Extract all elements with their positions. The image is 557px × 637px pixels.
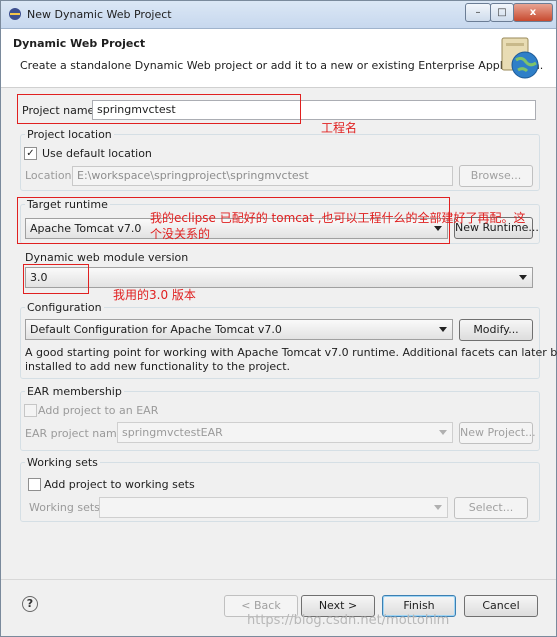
help-icon[interactable]: ? (22, 596, 38, 612)
select-working-sets-button[interactable]: Select... (454, 497, 528, 519)
ear-project-name-select[interactable]: springmvctestEAR (117, 422, 453, 443)
footer-separator (1, 579, 556, 580)
add-to-ear-checkbox[interactable] (24, 404, 37, 417)
use-default-location-checkbox[interactable]: ✓ (24, 147, 37, 160)
chevron-down-icon (439, 327, 447, 332)
ear-project-name-value: springmvctestEAR (122, 426, 223, 439)
wizard-description: Create a standalone Dynamic Web project … (20, 59, 544, 72)
working-sets-select[interactable] (99, 497, 448, 518)
module-version-label: Dynamic web module version (25, 251, 189, 264)
add-to-working-sets-label: Add project to working sets (44, 478, 195, 491)
close-button[interactable]: x (513, 3, 553, 22)
configuration-description-line2: installed to add new functionality to th… (25, 360, 291, 373)
modify-button[interactable]: Modify... (459, 319, 533, 341)
cancel-button[interactable]: Cancel (464, 595, 538, 617)
ear-project-name-label: EAR project name: (25, 427, 128, 440)
project-name-highlight (17, 94, 301, 124)
project-location-label: Project location (25, 128, 114, 141)
new-ear-project-button[interactable]: New Project... (459, 422, 536, 444)
ear-membership-label: EAR membership (25, 385, 124, 398)
wizard-title: Dynamic Web Project (13, 37, 146, 50)
configuration-label: Configuration (25, 301, 104, 314)
configuration-select[interactable]: Default Configuration for Apache Tomcat … (25, 319, 453, 340)
dialog-window: New Dynamic Web Project – □ x Dynamic We… (0, 0, 557, 637)
module-version-highlight (23, 264, 89, 294)
working-sets-label: Working sets (25, 456, 100, 469)
chevron-down-icon (434, 505, 442, 510)
browse-button[interactable]: Browse... (459, 165, 533, 187)
location-label: Location: (25, 169, 76, 182)
wizard-banner: Dynamic Web Project Create a standalone … (1, 29, 556, 88)
version-annotation: 我用的3.0 版本 (113, 288, 196, 302)
window-title: New Dynamic Web Project (27, 8, 172, 21)
working-sets-field-label: Working sets: (29, 501, 104, 514)
maximize-button[interactable]: □ (490, 3, 514, 22)
eclipse-app-icon (9, 8, 21, 20)
chevron-down-icon (519, 275, 527, 280)
runtime-annotation-line1: 我的eclipse 已配好的 tomcat ,也可以工程什么的全部建好了再配。这 (150, 211, 526, 225)
location-input[interactable]: E:\workspace\springproject\springmvctest (72, 166, 453, 186)
add-to-ear-label: Add project to an EAR (38, 404, 159, 417)
minimize-button[interactable]: – (465, 3, 491, 22)
use-default-location-label: Use default location (42, 147, 152, 160)
configuration-value: Default Configuration for Apache Tomcat … (30, 323, 282, 336)
web-project-globe-icon (501, 37, 539, 79)
chevron-down-icon (439, 430, 447, 435)
module-version-select[interactable]: 3.0 (25, 267, 533, 288)
title-bar[interactable]: New Dynamic Web Project – □ x (1, 1, 556, 29)
runtime-annotation-line2: 个没关系的 (150, 227, 211, 241)
add-to-working-sets-checkbox[interactable] (28, 478, 41, 491)
configuration-description-line1: A good starting point for working with A… (25, 346, 557, 359)
watermark-text: https://blog.csdn.net/mottohlm (247, 613, 450, 628)
